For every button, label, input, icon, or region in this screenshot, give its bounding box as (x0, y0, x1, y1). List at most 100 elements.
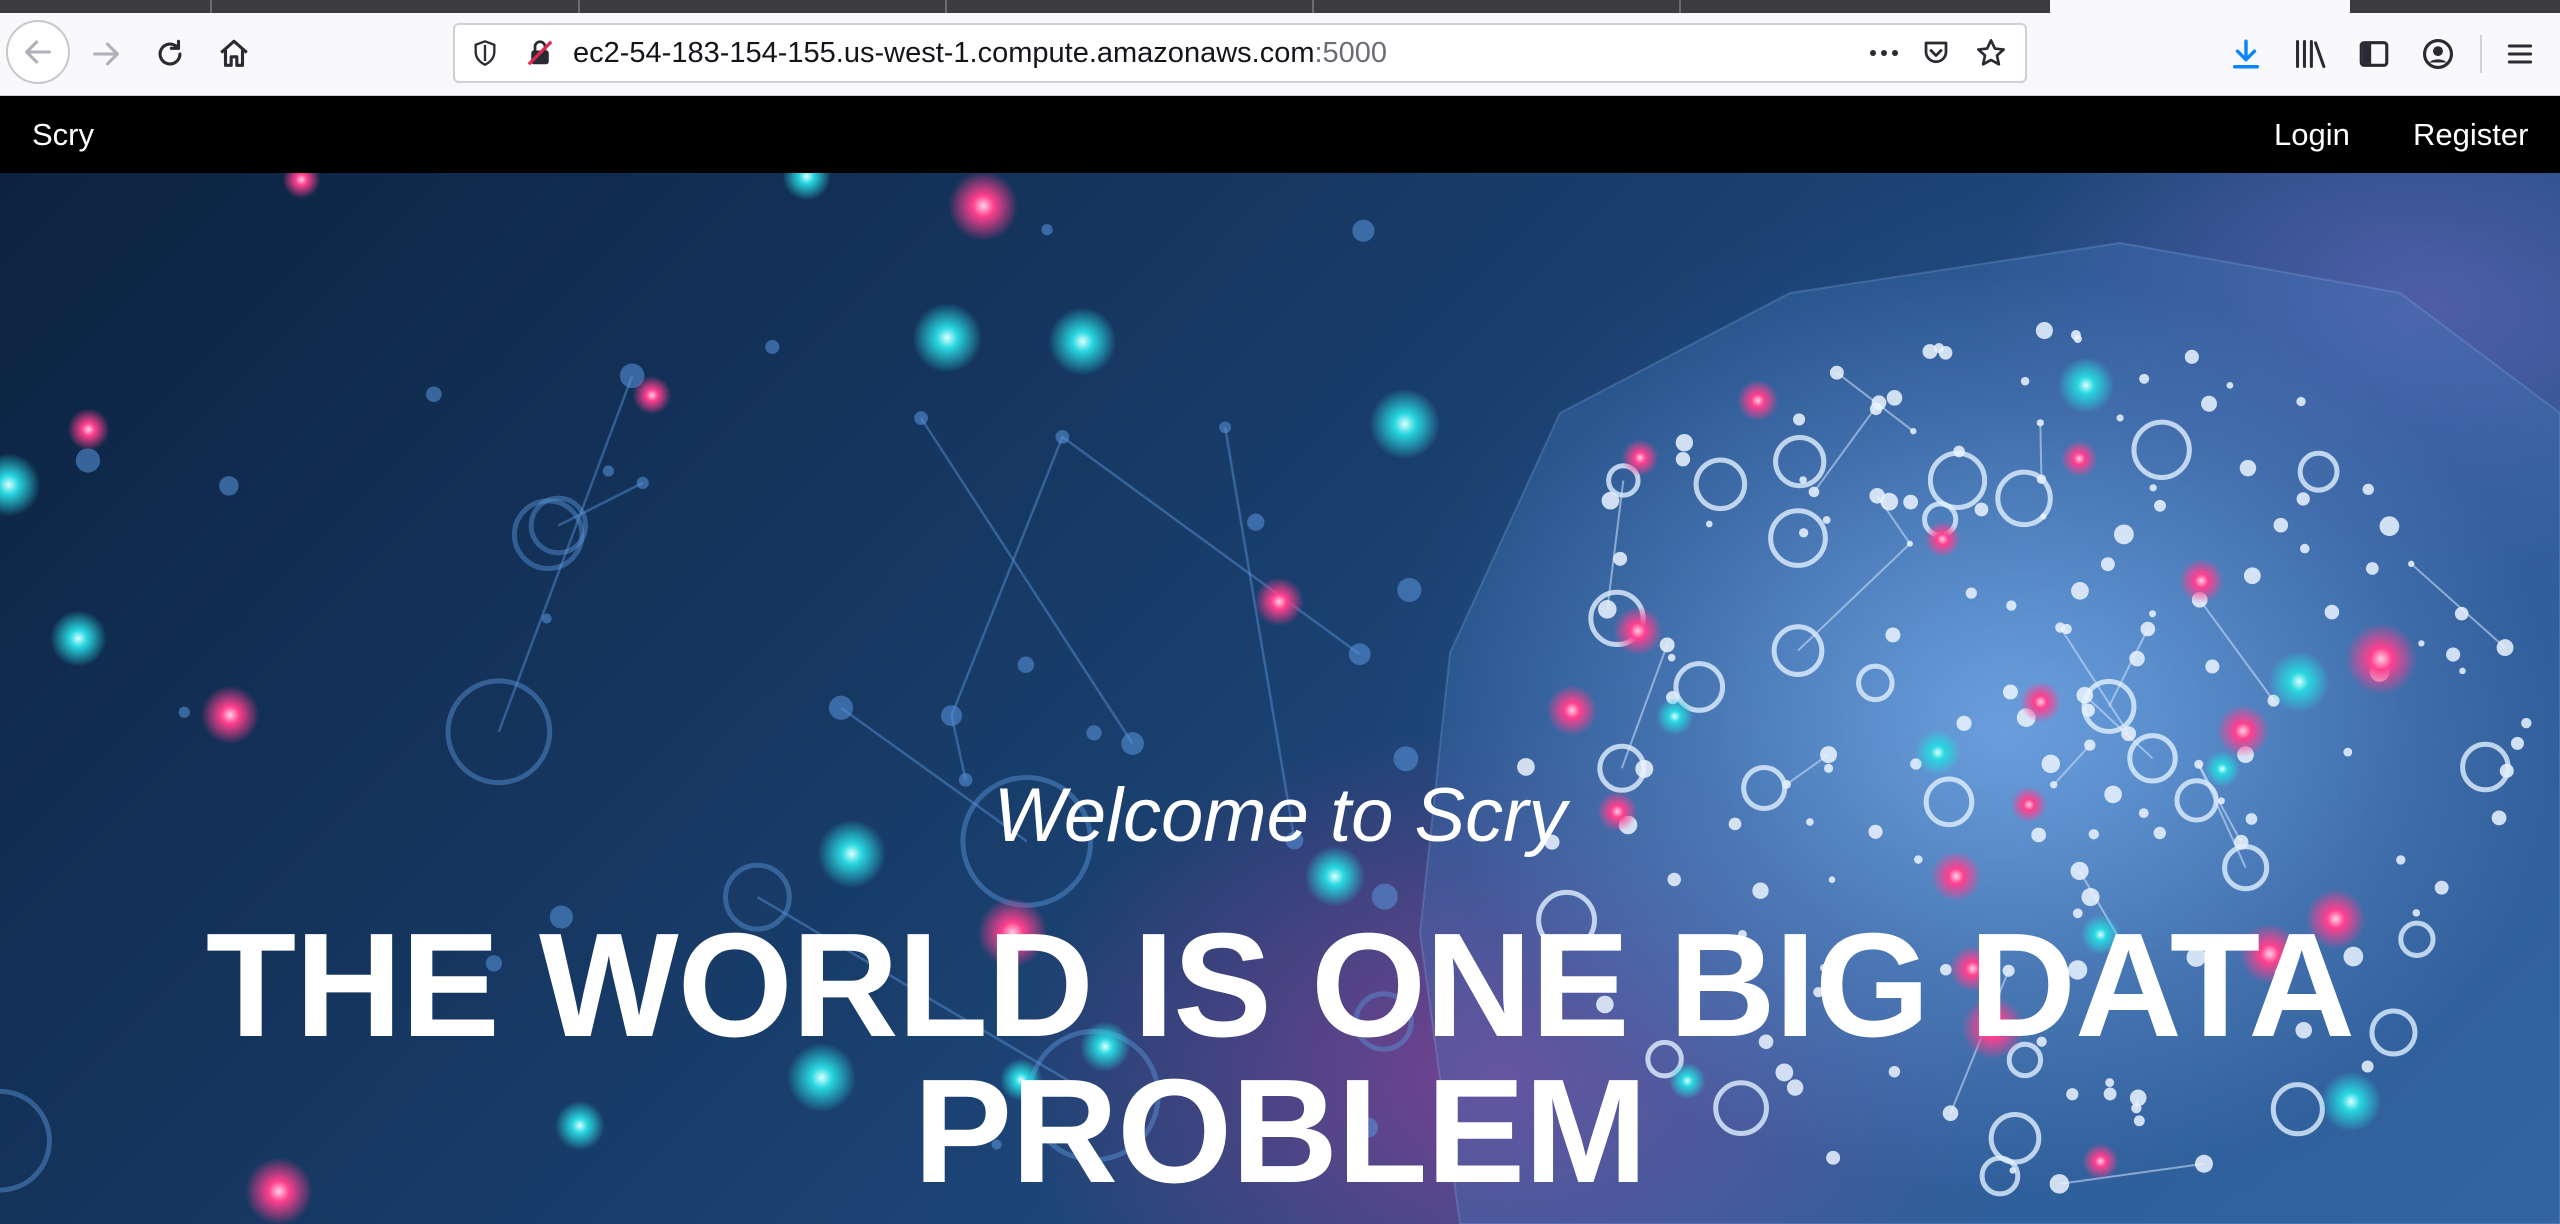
brain-node (2446, 647, 2461, 662)
brain-node (2194, 759, 2204, 769)
downloads-button[interactable] (2218, 29, 2274, 79)
more-icon[interactable] (1867, 39, 1901, 67)
brain-node (2036, 419, 2044, 427)
network-node (1352, 219, 1375, 242)
pink-glow-spark (1613, 606, 1663, 656)
library-button[interactable] (2282, 29, 2338, 79)
brain-node (2121, 726, 2137, 742)
home-button[interactable] (206, 29, 262, 79)
cyan-glow-spark (1914, 729, 1961, 776)
tab-separator (945, 0, 947, 13)
brain-node (2076, 686, 2094, 704)
network-node (1017, 656, 1035, 674)
brain-node (2510, 736, 2524, 750)
brain-node (1820, 746, 1838, 764)
brain-node (2035, 322, 2053, 340)
cyan-glow-spark (782, 173, 831, 201)
brain-node (2408, 560, 2415, 568)
cyan-glow-spark (50, 610, 107, 667)
tab-separator (1312, 0, 1314, 13)
brain-node (1965, 587, 1977, 599)
hero-headline: THE WORLD IS ONE BIG DATA PROBLEM (205, 903, 2355, 1214)
reload-icon (158, 39, 182, 66)
login-link[interactable]: Login (2274, 96, 2350, 173)
network-node (1247, 513, 1265, 531)
cyan-glow-spark (2057, 357, 2115, 414)
hero-section: Welcome to Scry THE WORLD IS ONE BIG DAT… (0, 173, 2560, 1224)
pink-glow-spark (67, 408, 110, 451)
network-node (765, 340, 780, 354)
brain-node (1871, 395, 1887, 411)
url-bar[interactable]: ec2-54-183-154-155.us-west-1.compute.ama… (453, 23, 2027, 83)
network-node (178, 706, 190, 718)
brain-node (2070, 861, 2089, 881)
brain-node (2296, 492, 2310, 506)
network-node (941, 705, 963, 727)
brain-node (1885, 627, 1901, 643)
tab-bar-background (2350, 0, 2560, 13)
brain-node (1903, 494, 1919, 510)
brain-node (2239, 459, 2257, 477)
pink-glow-spark (1254, 577, 1304, 627)
brain-node (2149, 484, 2157, 492)
brand-link[interactable]: Scry (32, 96, 94, 173)
pink-glow-spark (2019, 681, 2062, 723)
brain-node (2521, 717, 2532, 729)
star-icon[interactable] (1975, 37, 2007, 69)
account-button[interactable] (2410, 29, 2466, 79)
brain-node (1934, 343, 1945, 354)
brain-node (2140, 621, 2156, 637)
brain-node (1910, 427, 1917, 435)
brain-node (1798, 528, 1809, 538)
pink-glow-spark (200, 685, 260, 745)
pink-glow-spark (1546, 684, 1598, 736)
cyan-glow-spark (1655, 697, 1694, 736)
download-icon (2232, 39, 2260, 69)
brain-node (2362, 483, 2374, 496)
brain-node (2205, 659, 2220, 674)
network-link (1061, 435, 1361, 656)
brain-node (2273, 517, 2289, 533)
shield-icon[interactable] (471, 39, 499, 67)
url-port: :5000 (1314, 37, 1388, 69)
reload-button[interactable] (142, 29, 198, 79)
back-button[interactable] (6, 20, 70, 84)
brain-node (2154, 499, 2166, 512)
browser-toolbar: ec2-54-183-154-155.us-west-1.compute.ama… (0, 13, 2560, 96)
brain-node (2201, 395, 2217, 412)
sidebar-icon (2359, 41, 2389, 67)
brain-node (1886, 390, 1903, 406)
forward-arrow-icon (93, 42, 119, 66)
brain-node (2454, 606, 2469, 621)
sidebar-button[interactable] (2346, 29, 2402, 79)
insecure-lock-icon[interactable] (525, 38, 555, 68)
pink-glow-spark (2178, 558, 2224, 604)
network-node (1086, 725, 1102, 741)
pocket-icon[interactable] (1921, 38, 1951, 68)
brain-node (2379, 516, 2400, 537)
pink-glow-spark (2345, 623, 2418, 695)
register-link[interactable]: Register (2413, 96, 2528, 173)
network-node (1397, 577, 1422, 603)
network-node (541, 613, 552, 624)
tab-bar-background (0, 0, 2050, 13)
brain-node (2184, 349, 2199, 364)
url-text[interactable]: ec2-54-183-154-155.us-west-1.compute.ama… (573, 25, 1387, 81)
menu-button[interactable] (2492, 29, 2548, 79)
brain-node (2418, 640, 2425, 647)
brain-node (1613, 551, 1628, 566)
brain-node (1659, 637, 1675, 653)
tab-strip (0, 0, 2560, 13)
back-arrow-icon (25, 40, 51, 64)
network-node (636, 476, 649, 490)
brain-node (2299, 543, 2310, 554)
network-node (914, 411, 928, 425)
brain-node (1953, 445, 1965, 458)
network-node (602, 465, 615, 477)
network-link (920, 417, 1134, 745)
pink-glow-spark (282, 173, 321, 199)
cyan-glow-spark (912, 303, 982, 373)
brain-node (2434, 880, 2449, 895)
forward-button[interactable] (78, 29, 134, 79)
brain-node (2343, 747, 2353, 757)
